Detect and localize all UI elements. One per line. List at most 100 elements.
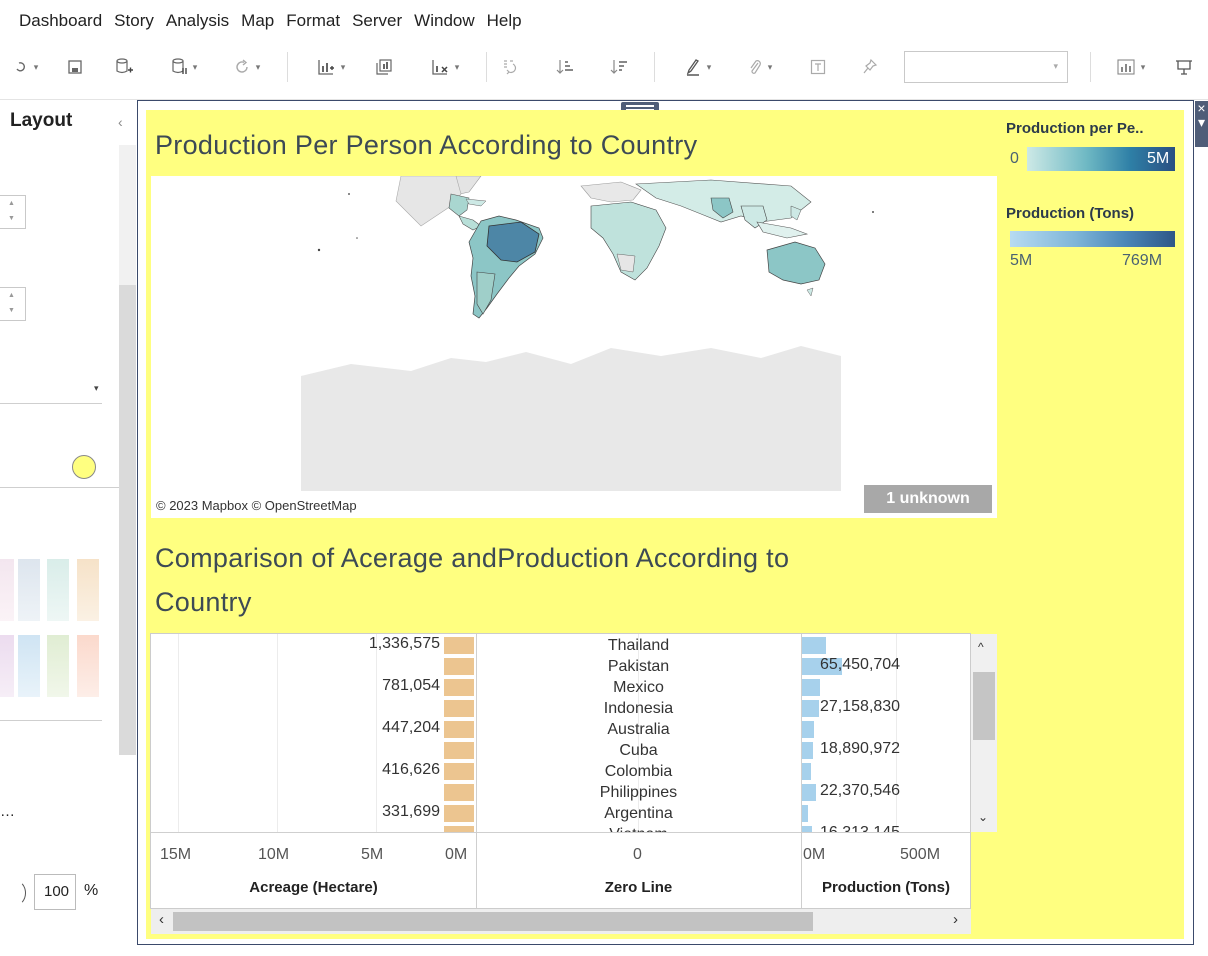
zero-axis-title: Zero Line	[604, 879, 673, 896]
production-bar[interactable]	[802, 763, 812, 780]
acreage-bar[interactable]	[444, 784, 474, 801]
close-icon[interactable]: × ▾	[1195, 101, 1208, 147]
country-label[interactable]: Pakistan	[476, 656, 801, 677]
divider	[0, 487, 119, 488]
scroll-left-icon[interactable]: ‹	[159, 911, 164, 928]
acreage-bar[interactable]	[444, 763, 474, 780]
duplicate-sheet-icon[interactable]	[373, 54, 395, 80]
country-label[interactable]: Argentina	[476, 803, 801, 824]
country-label[interactable]: Mexico	[476, 677, 801, 698]
menu-format[interactable]: Format	[286, 11, 340, 31]
country-label[interactable]: Colombia	[476, 761, 801, 782]
show-me-icon[interactable]: ▾	[1108, 54, 1154, 80]
truncated-label: …	[0, 803, 15, 820]
layout-panel: Layout ‹ ▲ ▼ ▲ ▼ ▾ … 100 %	[0, 100, 136, 956]
production-bar[interactable]	[802, 637, 827, 654]
color-swatch[interactable]	[0, 559, 14, 621]
menu-map[interactable]: Map	[241, 11, 274, 31]
menu-dashboard[interactable]: Dashboard	[19, 11, 102, 31]
zoom-input[interactable]: 100	[34, 874, 76, 910]
production-bar[interactable]	[802, 784, 816, 801]
size-width-stepper[interactable]: ▲ ▼	[0, 287, 26, 321]
sort-descending-icon[interactable]	[609, 54, 629, 80]
panel-divider	[476, 634, 477, 908]
group-members-icon[interactable]: ▾	[738, 54, 782, 80]
legend-per-person-max: 5M	[1147, 150, 1170, 167]
gridline	[376, 634, 377, 832]
island-speck	[356, 237, 358, 239]
map-attribution[interactable]: © 2023 Mapbox © OpenStreetMap	[156, 498, 357, 513]
acreage-bar[interactable]	[444, 721, 474, 738]
layout-panel-scrollbar[interactable]	[119, 145, 136, 755]
new-data-source-icon[interactable]	[112, 54, 136, 80]
presentation-mode-icon[interactable]	[1172, 54, 1196, 80]
scroll-up-icon[interactable]: ^	[978, 640, 984, 654]
toolbar: ▾ ▾ ▾ ▾ ▾ ▾ ▾ ▾ ▾	[0, 38, 1208, 100]
menu-help[interactable]: Help	[487, 11, 522, 31]
menu-analysis[interactable]: Analysis	[166, 11, 229, 31]
chart-horizontal-scrollbar[interactable]: ‹ ›	[151, 909, 971, 934]
color-swatch[interactable]	[18, 559, 40, 621]
world-map[interactable]: © 2023 Mapbox © OpenStreetMap 1 unknown	[151, 176, 997, 518]
toolbar-separator	[287, 52, 288, 82]
zoom-slider-icon[interactable]	[4, 880, 26, 906]
save-icon[interactable]	[64, 54, 86, 80]
redo-icon[interactable]: ▾	[6, 54, 46, 80]
country-cuba[interactable]	[465, 198, 487, 207]
legend-production-max: 769M	[1122, 252, 1163, 269]
show-mark-labels-icon[interactable]	[808, 54, 828, 80]
production-bar[interactable]	[802, 805, 809, 822]
chart-vertical-scrollbar[interactable]: ^ ⌄	[971, 634, 997, 832]
production-bar[interactable]	[802, 721, 815, 738]
comparison-chart[interactable]: 1,336,575 781,054 447,204 416,626 331,699 Th…	[150, 633, 971, 909]
acreage-bar[interactable]	[444, 805, 474, 822]
country-mexico[interactable]	[448, 193, 470, 217]
highlight-icon[interactable]: ▾	[676, 54, 720, 80]
collapse-panel-icon[interactable]: ‹	[118, 114, 123, 130]
production-bar[interactable]	[802, 679, 821, 696]
country-label[interactable]: Cuba	[476, 740, 801, 761]
acreage-bar[interactable]	[444, 679, 474, 696]
menu-story[interactable]: Story	[114, 11, 154, 31]
swap-rows-columns-icon[interactable]	[500, 54, 520, 80]
pause-data-icon[interactable]: ▾	[162, 54, 206, 80]
fit-dropdown[interactable]: ▾	[904, 51, 1068, 83]
color-swatch[interactable]	[18, 635, 40, 697]
scroll-right-icon[interactable]: ›	[953, 911, 958, 928]
acreage-bar[interactable]	[444, 742, 474, 759]
acreage-bar[interactable]	[444, 700, 474, 717]
country-argentina[interactable]	[476, 271, 496, 315]
color-swatch[interactable]	[77, 559, 99, 621]
acreage-bar[interactable]	[444, 637, 474, 654]
color-swatch[interactable]	[47, 559, 69, 621]
country-label[interactable]: Philippines	[476, 782, 801, 803]
sort-ascending-icon[interactable]	[555, 54, 575, 80]
position-x-stepper[interactable]: ▲ ▼	[0, 195, 26, 229]
color-swatch[interactable]	[77, 635, 99, 697]
country-label[interactable]: Australia	[476, 719, 801, 740]
menu-server[interactable]: Server	[352, 11, 402, 31]
scroll-down-icon[interactable]: ⌄	[978, 810, 988, 824]
acreage-bar[interactable]	[444, 658, 474, 675]
country-label[interactable]: Vietnam	[476, 824, 801, 832]
production-bar[interactable]	[802, 700, 819, 717]
country-indonesia[interactable]	[756, 221, 809, 239]
country-australia[interactable]	[766, 241, 826, 285]
production-bar[interactable]	[802, 742, 814, 759]
menu-window[interactable]: Window	[414, 11, 474, 31]
chevron-down-icon[interactable]: ▾	[94, 383, 99, 394]
color-swatch[interactable]	[47, 635, 69, 697]
scrollbar-thumb[interactable]	[119, 285, 136, 755]
color-swatch[interactable]	[0, 635, 14, 697]
country-label[interactable]: Thailand	[476, 635, 801, 656]
scrollbar-thumb[interactable]	[973, 672, 995, 740]
new-worksheet-icon[interactable]: ▾	[306, 54, 356, 80]
unknown-locations-badge[interactable]: 1 unknown	[864, 485, 992, 513]
country-label[interactable]: Indonesia	[476, 698, 801, 719]
map-title: Production Per Person According to Count…	[155, 130, 698, 160]
refresh-icon[interactable]: ▾	[224, 54, 270, 80]
clear-sheet-icon[interactable]: ▾	[420, 54, 470, 80]
background-color-swatch[interactable]	[72, 455, 96, 479]
fix-axes-pin-icon[interactable]	[860, 54, 880, 80]
scrollbar-thumb[interactable]	[173, 912, 813, 931]
